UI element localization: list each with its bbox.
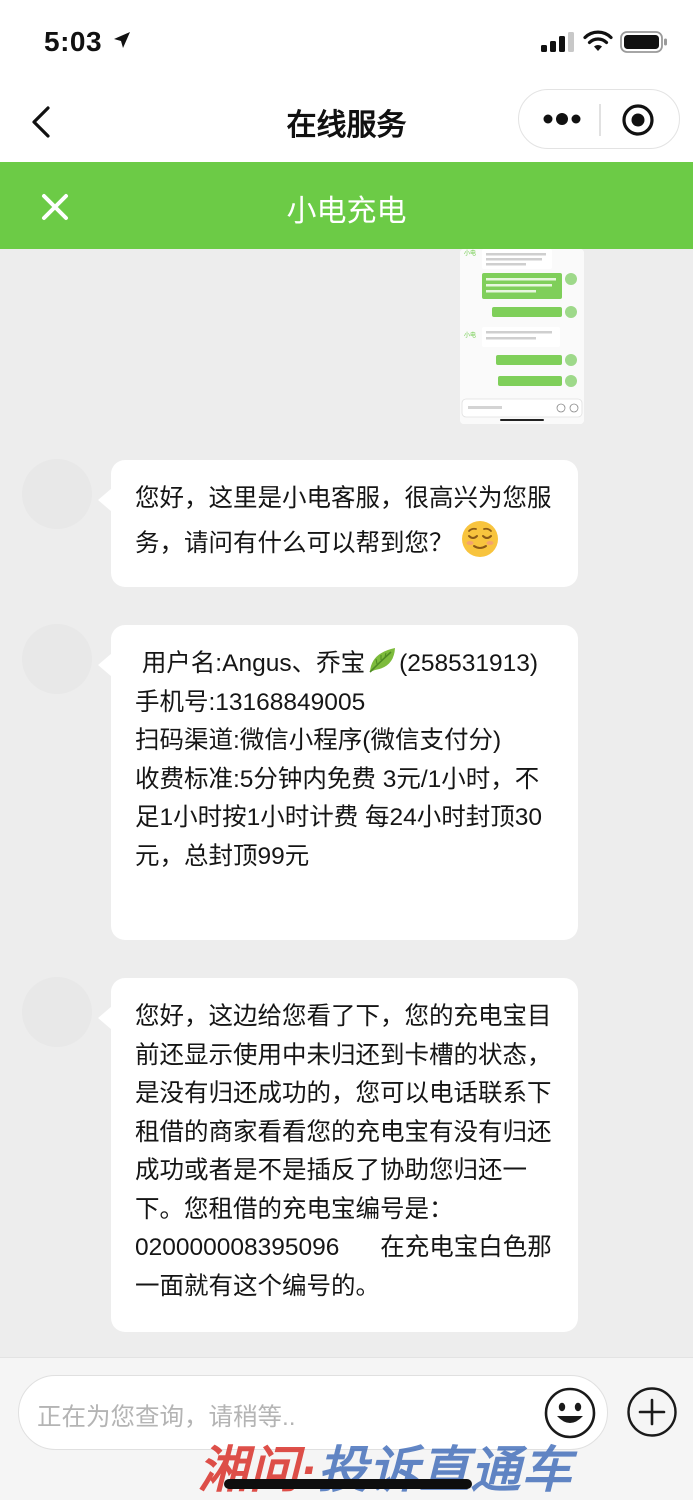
agent-avatar [22, 977, 92, 1047]
relieved-face-emoji-icon [461, 520, 498, 557]
message-bubble: 您好，这边给您看了下，您的充电宝目前还显示使用中未归还到卡槽的状态，是没有归还成… [98, 978, 578, 1332]
agent-avatar [22, 624, 92, 694]
cellular-signal-icon [541, 32, 574, 52]
home-indicator [224, 1479, 472, 1489]
chat-screenshot-thumbnail[interactable]: 小电 小电 [460, 249, 584, 424]
chat-area[interactable]: 小电 小电 您好，这里是小电客服，很高兴为您服务，请问有什么可以帮到您？ 用户名… [0, 249, 693, 1357]
navigation-bar: 在线服务 [0, 80, 693, 162]
message-text: 用户名:Angus、乔宝 [135, 650, 366, 677]
service-title: 小电充电 [286, 195, 407, 228]
message-text: 您好，这边给您看了下，您的充电宝目前还显示使用中未归还到卡槽的状态，是没有归还成… [135, 1003, 552, 1300]
wifi-icon [583, 30, 613, 51]
close-miniprogram-icon[interactable] [621, 103, 655, 137]
watermark: 湘问·投诉直通车 [198, 1430, 573, 1500]
watermark-part2: 投诉直通车 [317, 1442, 573, 1498]
message-text: (258531913) 手机号:13168849005 扫码渠道:微信小程序(微… [135, 650, 543, 870]
svg-text:小电: 小电 [464, 249, 476, 257]
agent-avatar [22, 459, 92, 529]
leaf-emoji-icon [369, 648, 396, 673]
status-bar: 5:03 [0, 0, 693, 80]
status-time: 5:03 [44, 26, 103, 57]
svg-text:小电: 小电 [464, 331, 476, 339]
message-bubble: 用户名:Angus、乔宝 (258531913) 手机号:13168849005… [98, 625, 578, 940]
battery-icon [620, 31, 667, 53]
input-bar: 正在为您查询，请稍等.. 湘问·投诉直通车 [0, 1357, 693, 1500]
service-header: 小电充电 [0, 162, 693, 249]
input-placeholder: 正在为您查询，请稍等.. [37, 1404, 296, 1431]
watermark-part1: 湘问· [198, 1442, 318, 1498]
message-bubble: 您好，这里是小电客服，很高兴为您服务，请问有什么可以帮到您？ [98, 460, 578, 587]
miniprogram-capsule [518, 89, 680, 149]
capsule-divider [599, 104, 601, 136]
add-button-icon[interactable] [626, 1386, 678, 1438]
location-arrow-icon [114, 32, 130, 48]
more-options-icon[interactable] [543, 110, 581, 128]
